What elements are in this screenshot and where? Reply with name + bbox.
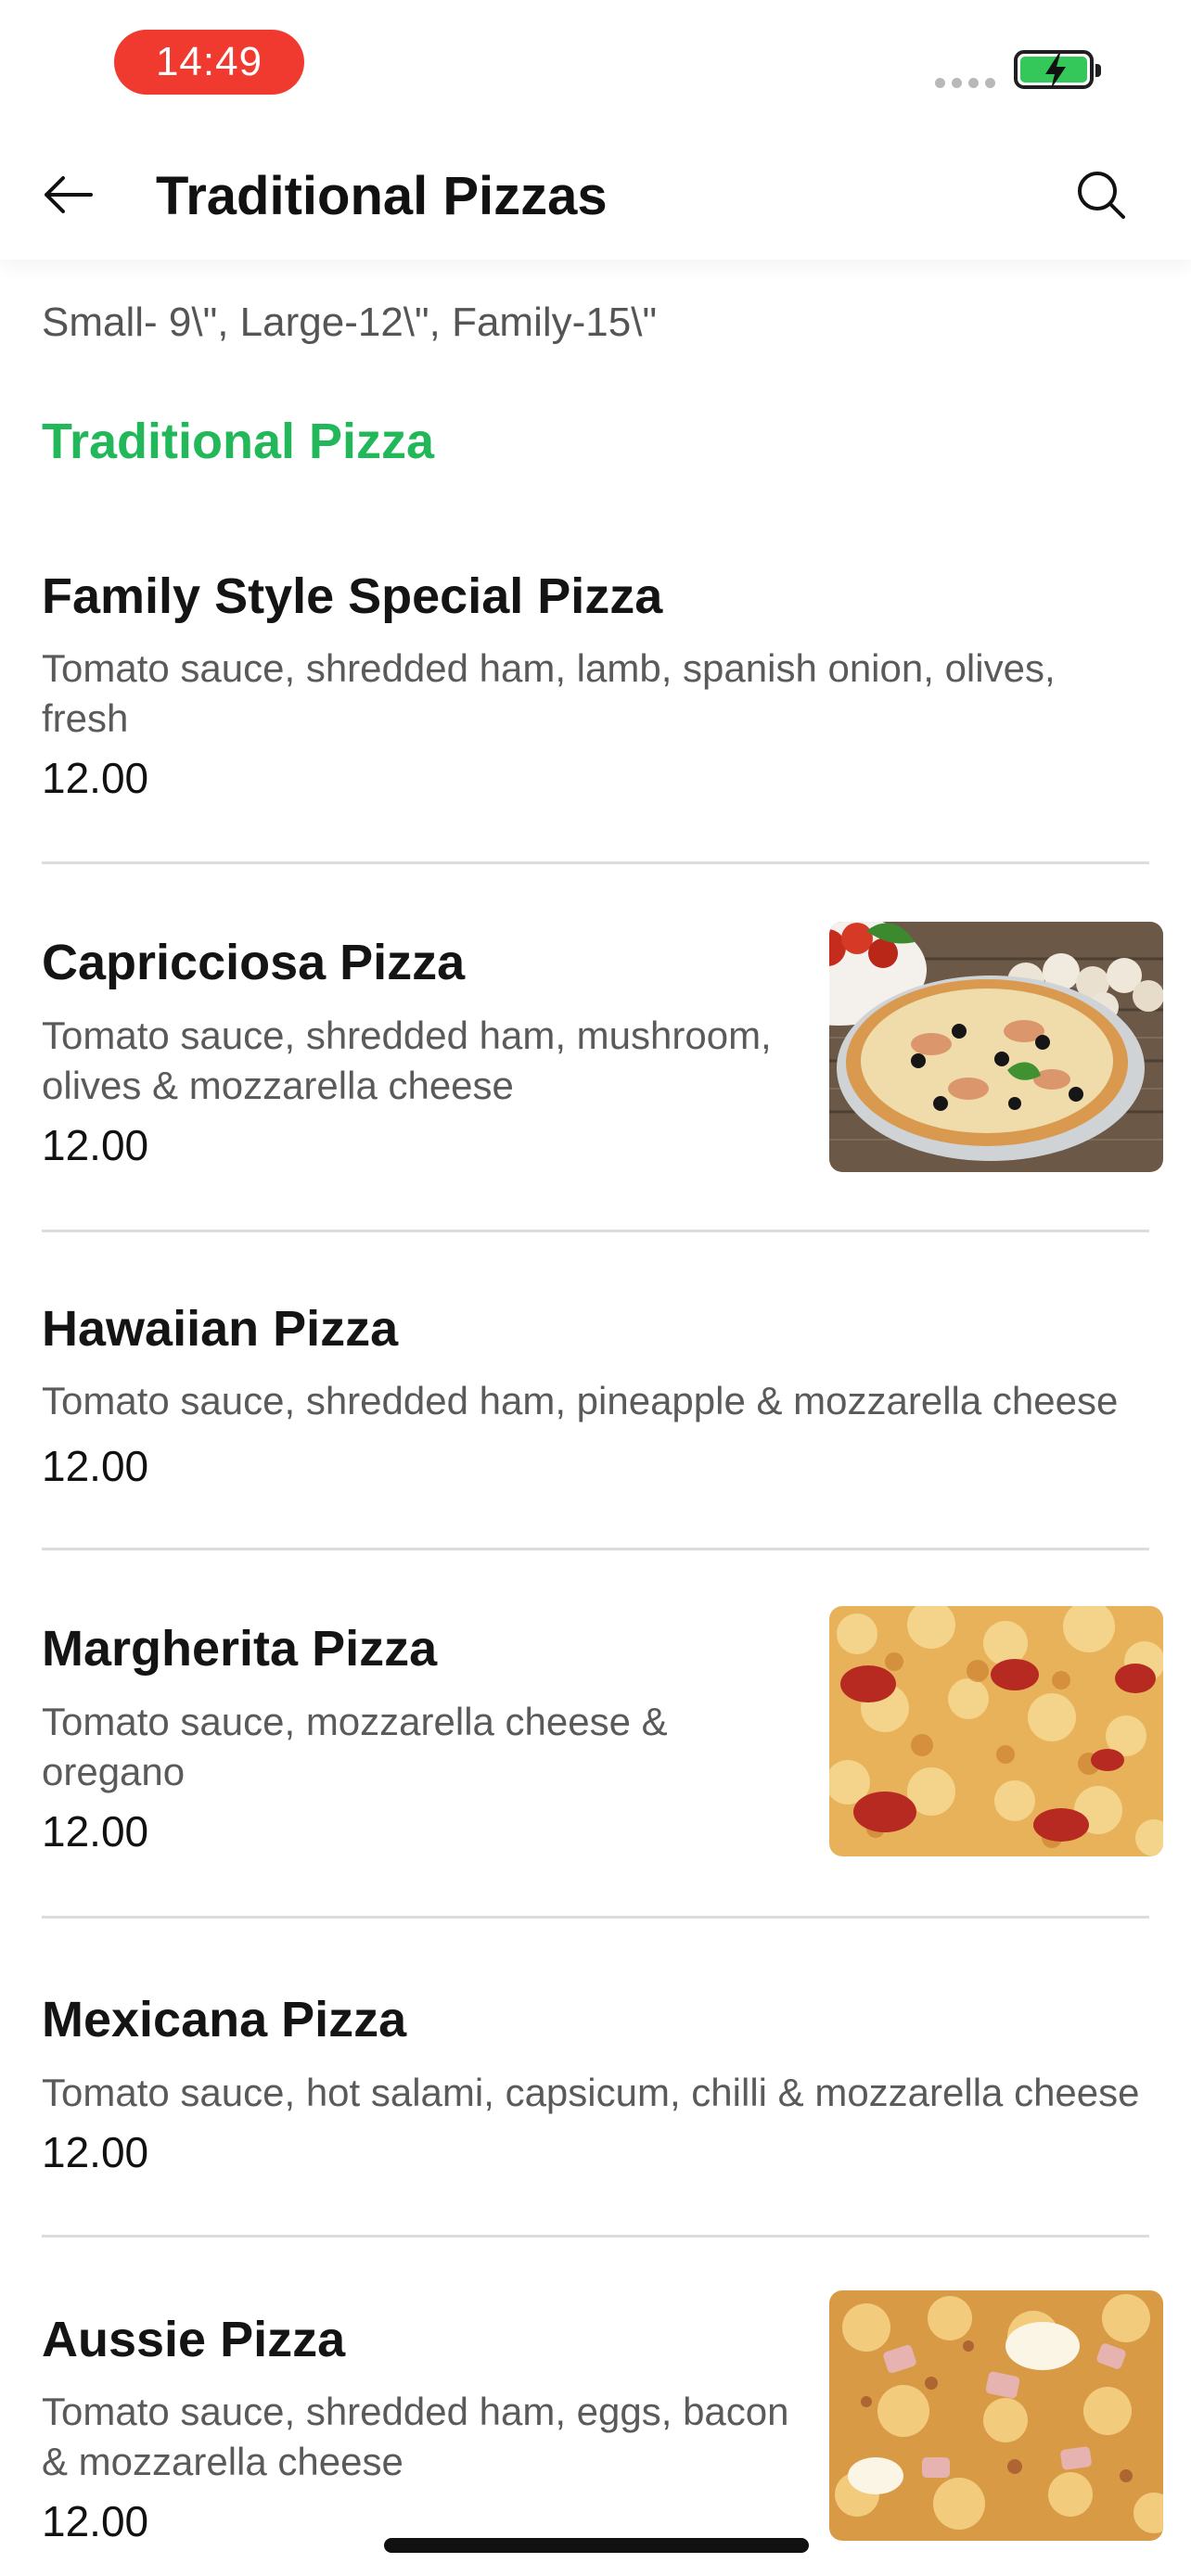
menu-item[interactable]: Aussie Pizza Tomato sauce, shredded ham,… (0, 2290, 1191, 2576)
status-bar: 14:49 (0, 0, 1191, 130)
divider (42, 861, 1149, 864)
item-price: 12.00 (42, 1121, 149, 1169)
item-description: Tomato sauce, mozzarella cheese & oregan… (42, 1700, 668, 1793)
item-name: Hawaiian Pizza (42, 1301, 399, 1357)
item-name: Family Style Special Pizza (42, 568, 663, 624)
size-note: Small- 9\", Large-12\", Family-15\" (42, 300, 658, 345)
menu-item[interactable]: Family Style Special Pizza Tomato sauce,… (0, 556, 1191, 862)
menu-item[interactable]: Margherita Pizza Tomato sauce, mozzarell… (0, 1604, 1191, 1919)
menu-item[interactable]: Capricciosa Pizza Tomato sauce, shredded… (0, 918, 1191, 1224)
divider (42, 1916, 1149, 1919)
item-name: Mexicana Pizza (42, 1992, 407, 2047)
back-button[interactable] (41, 167, 96, 223)
page-title: Traditional Pizzas (156, 166, 608, 226)
item-price: 12.00 (42, 2497, 149, 2545)
menu-item[interactable]: Mexicana Pizza Tomato sauce, hot salami,… (0, 1975, 1191, 2253)
section-heading: Traditional Pizza (42, 414, 435, 469)
menu-item[interactable]: Hawaiian Pizza Tomato sauce, shredded ha… (0, 1289, 1191, 1567)
home-indicator[interactable] (384, 2538, 809, 2553)
pizza-photo (829, 2290, 1163, 2541)
item-price: 12.00 (42, 1442, 149, 1490)
item-name: Aussie Pizza (42, 2312, 346, 2367)
item-price: 12.00 (42, 754, 149, 802)
status-time[interactable]: 14:49 (114, 30, 304, 95)
battery-charging-icon (1014, 50, 1101, 89)
item-description: Tomato sauce, shredded ham, lamb, spanis… (42, 646, 1056, 740)
search-button[interactable] (1071, 165, 1131, 224)
item-description: Tomato sauce, shredded ham, pineapple & … (42, 1379, 1119, 1422)
pizza-photo (829, 1606, 1163, 1856)
signal-icon (935, 78, 995, 88)
divider (42, 1548, 1149, 1550)
item-description: Tomato sauce, shredded ham, mushroom, ol… (42, 1014, 772, 1107)
pizza-photo (829, 922, 1163, 1172)
item-description: Tomato sauce, shredded ham, eggs, bacon … (42, 2390, 789, 2483)
item-name: Capricciosa Pizza (42, 935, 466, 990)
item-price: 12.00 (42, 1807, 149, 1855)
app-header: Traditional Pizzas (0, 130, 1191, 260)
search-icon (1078, 172, 1125, 219)
divider (42, 2235, 1149, 2238)
item-name: Margherita Pizza (42, 1621, 438, 1677)
item-price: 12.00 (42, 2128, 149, 2176)
divider (42, 1230, 1149, 1232)
item-description: Tomato sauce, hot salami, capsicum, chil… (42, 2071, 1140, 2114)
screen: 14:49 Traditional Pizzas Small- 9\", Lar… (0, 0, 1191, 2576)
arrow-left-icon (45, 176, 93, 213)
